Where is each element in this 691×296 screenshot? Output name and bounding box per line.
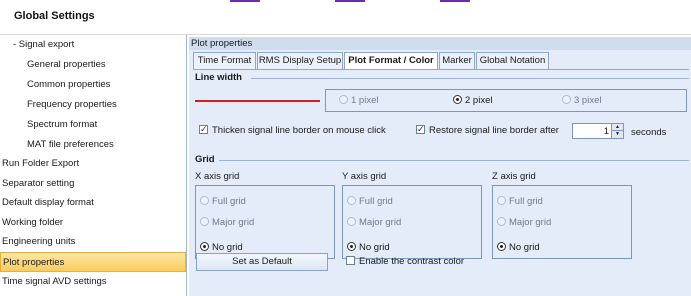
restore-seconds-value: 1 [603,126,609,137]
radio-selected-icon [497,242,506,251]
line-width-label: Line width [195,72,242,83]
tab-time-format[interactable]: Time Format [193,52,256,69]
radio-icon [200,196,209,205]
restore-seconds-stepper[interactable]: 1 ▲ ▼ [572,123,624,139]
tab-plot-format-color[interactable]: Plot Format / Color [344,52,438,70]
y-full-grid-radio[interactable]: Full grid [347,196,393,208]
y-no-grid-radio[interactable]: No grid [347,242,390,254]
radio-icon [562,95,571,104]
sidebar-item-engineering-units[interactable]: Engineering units [0,232,186,252]
grid-label: Grid [195,154,215,165]
radio-icon [347,196,356,205]
spin-down-icon[interactable]: ▼ [611,131,623,138]
sidebar-item-default-display-format[interactable]: Default display format [0,193,186,213]
set-as-default-button[interactable]: Set as Default [196,253,328,271]
sidebar-item-frequency-properties[interactable]: Frequency properties [0,95,186,115]
line-width-options: 1 pixel 2 pixel 3 pixel [325,89,687,112]
y-axis-grid-title: Y axis grid [342,171,387,182]
z-axis-grid-options: Full grid Major grid No grid [492,185,632,259]
sidebar-item-common-properties[interactable]: Common properties [0,75,186,95]
z-full-grid-radio[interactable]: Full grid [497,196,543,208]
sidebar-item-plot-properties[interactable]: Plot properties [0,252,186,272]
radio-selected-icon [200,242,209,251]
tab-rms-display-setup[interactable]: RMS Display Setup [257,52,343,69]
line-width-preview [195,100,320,102]
radio-icon [347,217,356,226]
checkbox-checked-icon [416,123,425,135]
restore-border-checkbox[interactable]: Restore signal line border after [416,123,559,137]
sidebar-item-time-signal-avd-settings[interactable]: Time signal AVD settings [0,272,186,292]
sidebar-item-signal-export[interactable]: - Signal export [0,35,186,55]
radio-icon [200,217,209,226]
radio-icon [497,217,506,226]
line-width-divider [251,78,689,79]
sidebar-item-run-folder-export[interactable]: Run Folder Export [0,154,186,174]
y-axis-grid-options: Full grid Major grid No grid [342,185,482,259]
x-full-grid-radio[interactable]: Full grid [200,196,246,208]
settings-sidebar: - Signal export General properties Commo… [0,35,187,296]
radio-selected-icon [453,95,462,104]
z-axis-grid-title: Z axis grid [492,171,536,182]
x-major-grid-radio[interactable]: Major grid [200,217,254,229]
spin-up-icon[interactable]: ▲ [611,124,623,131]
z-no-grid-radio[interactable]: No grid [497,242,540,254]
y-major-grid-radio[interactable]: Major grid [347,217,401,229]
seconds-unit-label: seconds [631,127,667,138]
x-axis-grid-title: X axis grid [195,171,240,182]
title-accent-line [200,0,500,2]
tab-divider [193,69,689,70]
panel-header: Plot properties [189,37,691,50]
sidebar-item-separator-setting[interactable]: Separator setting [0,174,186,194]
sidebar-item-mat-file-preferences[interactable]: MAT file preferences [0,135,186,155]
radio-selected-icon [347,242,356,251]
title-bar: Global Settings [0,0,691,35]
sidebar-item-general-properties[interactable]: General properties [0,55,186,75]
checkbox-checked-icon [199,123,208,135]
tab-global-notation[interactable]: Global Notation [476,52,549,69]
radio-icon [497,196,506,205]
window-title: Global Settings [14,10,95,22]
thicken-border-checkbox[interactable]: Thicken signal line border on mouse clic… [199,123,386,137]
x-axis-grid-options: Full grid Major grid No grid [195,185,335,259]
line-width-1-pixel-radio[interactable]: 1 pixel [339,95,378,107]
line-width-2-pixel-radio[interactable]: 2 pixel [453,95,492,107]
sidebar-item-working-folder[interactable]: Working folder [0,213,186,233]
z-major-grid-radio[interactable]: Major grid [497,217,551,229]
checkbox-icon [346,256,355,265]
line-width-3-pixel-radio[interactable]: 3 pixel [562,95,601,107]
enable-contrast-color-checkbox[interactable]: Enable the contrast color [346,256,464,268]
sidebar-item-spectrum-format[interactable]: Spectrum format [0,115,186,135]
tab-marker[interactable]: Marker [439,52,475,69]
grid-divider [219,160,689,161]
radio-icon [339,95,348,104]
plot-properties-panel: Plot properties Time Format RMS Display … [189,37,691,296]
